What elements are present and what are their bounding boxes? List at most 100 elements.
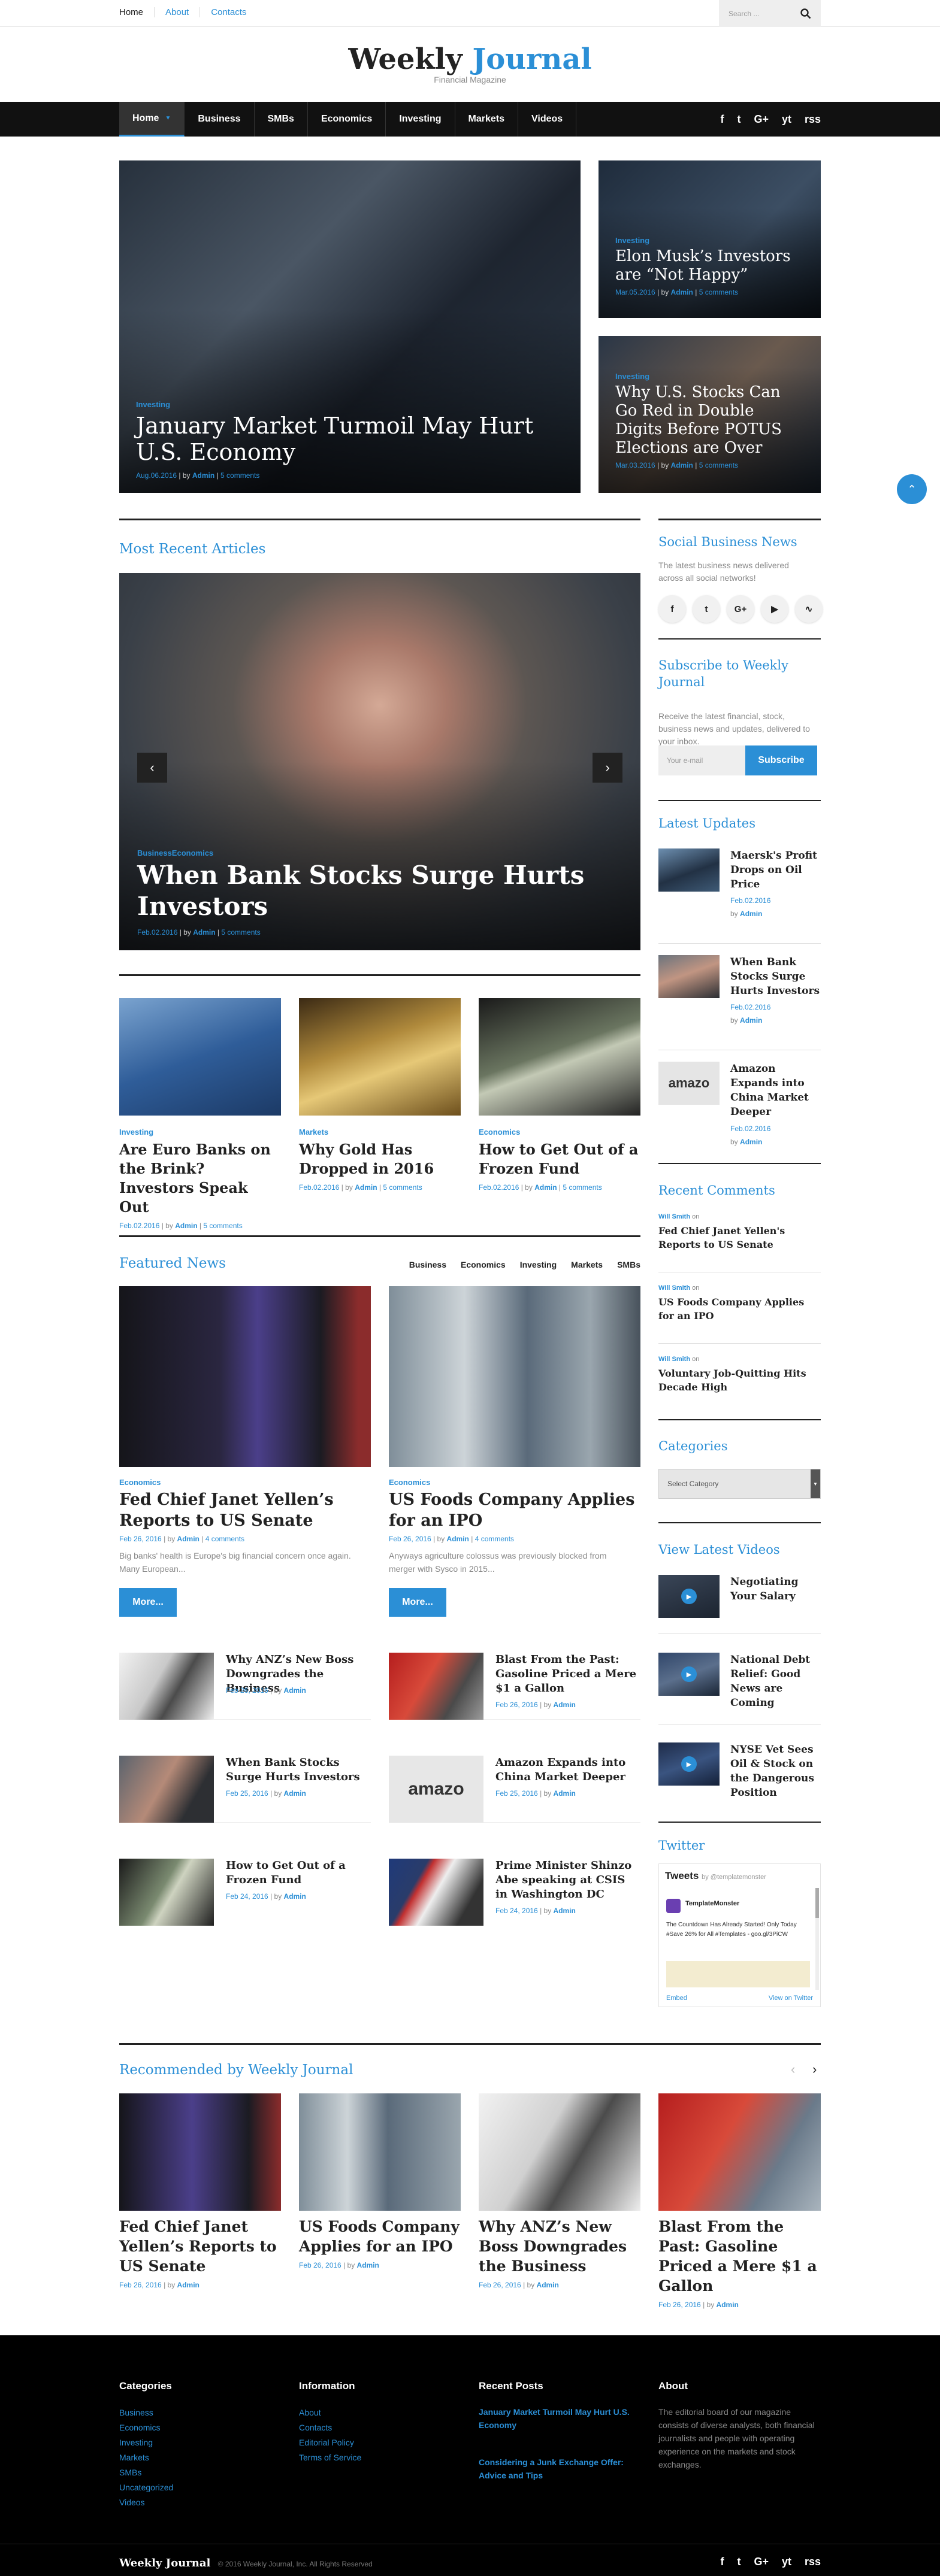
list-item[interactable]: How to Get Out of a Frozen Fund Feb 24, … (119, 1859, 371, 1926)
category-select[interactable]: Select Category ▼ (658, 1469, 821, 1499)
recent-card-title[interactable]: How to Get Out of a Frozen Fund (479, 1140, 640, 1178)
recommended-item[interactable]: Fed Chief Janet Yellen’s Reports to US S… (119, 2093, 281, 2289)
video-item[interactable]: ▶ Negotiating Your Salary (658, 1575, 821, 1623)
recommended-item[interactable]: Why ANZ’s New Boss Downgrades the Busine… (479, 2093, 640, 2289)
google-plus-icon[interactable]: G+ (754, 2556, 769, 2568)
latest-item[interactable]: amazo Amazon Expands into China Market D… (658, 1062, 821, 1151)
recommended-item[interactable]: US Foods Company Applies for an IPO Feb … (299, 2093, 461, 2269)
featured-main-1[interactable]: Economics Fed Chief Janet Yellen’s Repor… (119, 1286, 371, 1575)
rss-icon[interactable]: ∿ (795, 595, 823, 623)
video-item[interactable]: ▶ National Debt Relief: Good News are Co… (658, 1653, 821, 1713)
top-link-about[interactable]: About (155, 7, 201, 17)
recommended-item[interactable]: Blast From the Past: Gasoline Priced a M… (658, 2093, 821, 2309)
play-icon[interactable]: ▶ (681, 1666, 697, 1682)
nav-economics[interactable]: Economics (308, 102, 386, 137)
youtube-icon[interactable]: ▶ (761, 595, 788, 623)
hero-side-1-title[interactable]: Elon Musk’s Investors are “Not Happy” (615, 247, 804, 284)
rss-icon[interactable]: rss (805, 2556, 821, 2568)
tab-markets[interactable]: Markets (571, 1260, 603, 1269)
recent-card-3[interactable]: Economics How to Get Out of a Frozen Fun… (479, 998, 640, 1192)
hero-main-title[interactable]: January Market Turmoil May Hurt U.S. Eco… (136, 413, 564, 465)
play-icon[interactable]: ▶ (681, 1589, 697, 1604)
google-plus-icon[interactable]: G+ (727, 595, 754, 623)
list-item[interactable]: amazo Amazon Expands into China Market D… (389, 1756, 640, 1823)
slide-category[interactable]: BusinessEconomics (137, 848, 624, 857)
categories-heading: Categories (658, 1439, 728, 1453)
hero-side-2-category[interactable]: Investing (615, 372, 804, 381)
list-item[interactable]: Why ANZ’s New Boss Downgrades the Busine… (119, 1653, 371, 1720)
comment-item[interactable]: Will Smith on Fed Chief Janet Yellen's R… (658, 1213, 821, 1251)
nav-home[interactable]: Home ▼ (119, 102, 185, 137)
slider-next-button[interactable]: › (593, 753, 622, 783)
nav-business[interactable]: Business (185, 102, 255, 137)
nav-investing[interactable]: Investing (386, 102, 455, 137)
recent-card-1[interactable]: Investing Are Euro Banks on the Brink? I… (119, 998, 281, 1230)
tweet-avatar (666, 1899, 681, 1913)
hero-side-1-category[interactable]: Investing (615, 236, 804, 245)
hero-main-comments[interactable]: 5 comments (220, 471, 259, 480)
list-item-thumb (389, 1859, 483, 1926)
youtube-icon[interactable]: yt (782, 2556, 791, 2568)
featured-category[interactable]: Economics (389, 1478, 640, 1487)
twitter-icon[interactable]: t (737, 2556, 740, 2568)
video-item[interactable]: ▶ NYSE Vet Sees Oil & Stock on the Dange… (658, 1742, 821, 1802)
list-item[interactable]: Blast From the Past: Gasoline Priced a M… (389, 1653, 640, 1720)
slider-prev-button[interactable]: ‹ (137, 753, 167, 783)
nav-videos[interactable]: Videos (518, 102, 577, 137)
featured-main-2[interactable]: Economics US Foods Company Applies for a… (389, 1286, 640, 1575)
list-item[interactable]: Prime Minister Shinzo Abe speaking at CS… (389, 1859, 640, 1926)
recent-card-2[interactable]: Markets Why Gold Has Dropped in 2016 Feb… (299, 998, 461, 1192)
recent-card-category[interactable]: Economics (479, 1128, 640, 1137)
hero-side-article-2[interactable]: Investing Why U.S. Stocks Can Go Red in … (599, 336, 821, 493)
google-plus-icon[interactable]: G+ (754, 113, 769, 126)
twitter-icon[interactable]: t (693, 595, 720, 623)
facebook-icon[interactable]: f (658, 595, 686, 623)
comment-item[interactable]: Will Smith on Voluntary Job-Quitting Hit… (658, 1356, 821, 1394)
top-link-contacts[interactable]: Contacts (200, 7, 257, 17)
tab-investing[interactable]: Investing (520, 1260, 557, 1269)
featured-more-button-2[interactable]: More... (389, 1588, 446, 1617)
subscribe-button[interactable]: Subscribe (745, 745, 817, 775)
featured-title[interactable]: US Foods Company Applies for an IPO (389, 1489, 640, 1531)
list-item[interactable]: When Bank Stocks Surge Hurts Investors F… (119, 1756, 371, 1823)
slide-title[interactable]: When Bank Stocks Surge Hurts Investors (137, 860, 624, 922)
back-to-top-button[interactable]: ⌃ (897, 474, 927, 504)
recent-slider[interactable]: ‹ › BusinessEconomics When Bank Stocks S… (119, 573, 640, 950)
site-logo[interactable]: Weekly Journal Financial Magazine (0, 27, 940, 102)
top-link-home[interactable]: Home (119, 7, 155, 17)
recent-card-category[interactable]: Markets (299, 1128, 461, 1137)
play-icon[interactable]: ▶ (681, 1756, 697, 1772)
twitter-widget[interactable]: Tweets by @templatemonster TemplateMonst… (658, 1863, 821, 2007)
tab-economics[interactable]: Economics (461, 1260, 506, 1269)
divider (658, 1822, 821, 1823)
hero-side-article-1[interactable]: Investing Elon Musk’s Investors are “Not… (599, 160, 821, 318)
nav-markets[interactable]: Markets (455, 102, 519, 137)
featured-title[interactable]: Fed Chief Janet Yellen’s Reports to US S… (119, 1489, 371, 1531)
comment-item[interactable]: Will Smith on US Foods Company Applies f… (658, 1284, 821, 1323)
email-field[interactable]: Your e-mail (658, 745, 745, 775)
search-input[interactable]: Search ... (719, 0, 821, 27)
search-icon[interactable] (800, 8, 811, 19)
facebook-icon[interactable]: f (720, 2556, 724, 2568)
featured-category[interactable]: Economics (119, 1478, 371, 1487)
recent-card-title[interactable]: Are Euro Banks on the Brink? Investors S… (119, 1140, 281, 1217)
recent-card-category[interactable]: Investing (119, 1128, 281, 1137)
tab-business[interactable]: Business (409, 1260, 446, 1269)
carousel-next-button[interactable]: › (812, 2062, 817, 2077)
latest-item[interactable]: When Bank Stocks Surge Hurts Investors F… (658, 955, 821, 1045)
latest-item[interactable]: Maersk's Profit Drops on Oil Price Feb.0… (658, 848, 821, 938)
hero-main-article[interactable]: Investing January Market Turmoil May Hur… (119, 160, 581, 493)
facebook-icon[interactable]: f (720, 113, 724, 126)
twitter-icon[interactable]: t (737, 113, 740, 126)
hero-main-author[interactable]: Admin (192, 471, 214, 480)
carousel-prev-button[interactable]: ‹ (791, 2062, 795, 2077)
tab-smbs[interactable]: SMBs (617, 1260, 640, 1269)
youtube-icon[interactable]: yt (782, 113, 791, 126)
rss-icon[interactable]: rss (805, 113, 821, 126)
nav-smbs[interactable]: SMBs (255, 102, 308, 137)
hero-side-2-title[interactable]: Why U.S. Stocks Can Go Red in Double Dig… (615, 383, 804, 457)
scrollbar[interactable] (815, 1888, 819, 1990)
recent-card-title[interactable]: Why Gold Has Dropped in 2016 (299, 1140, 461, 1178)
featured-more-button-1[interactable]: More... (119, 1588, 177, 1617)
hero-main-category[interactable]: Investing (136, 400, 564, 409)
